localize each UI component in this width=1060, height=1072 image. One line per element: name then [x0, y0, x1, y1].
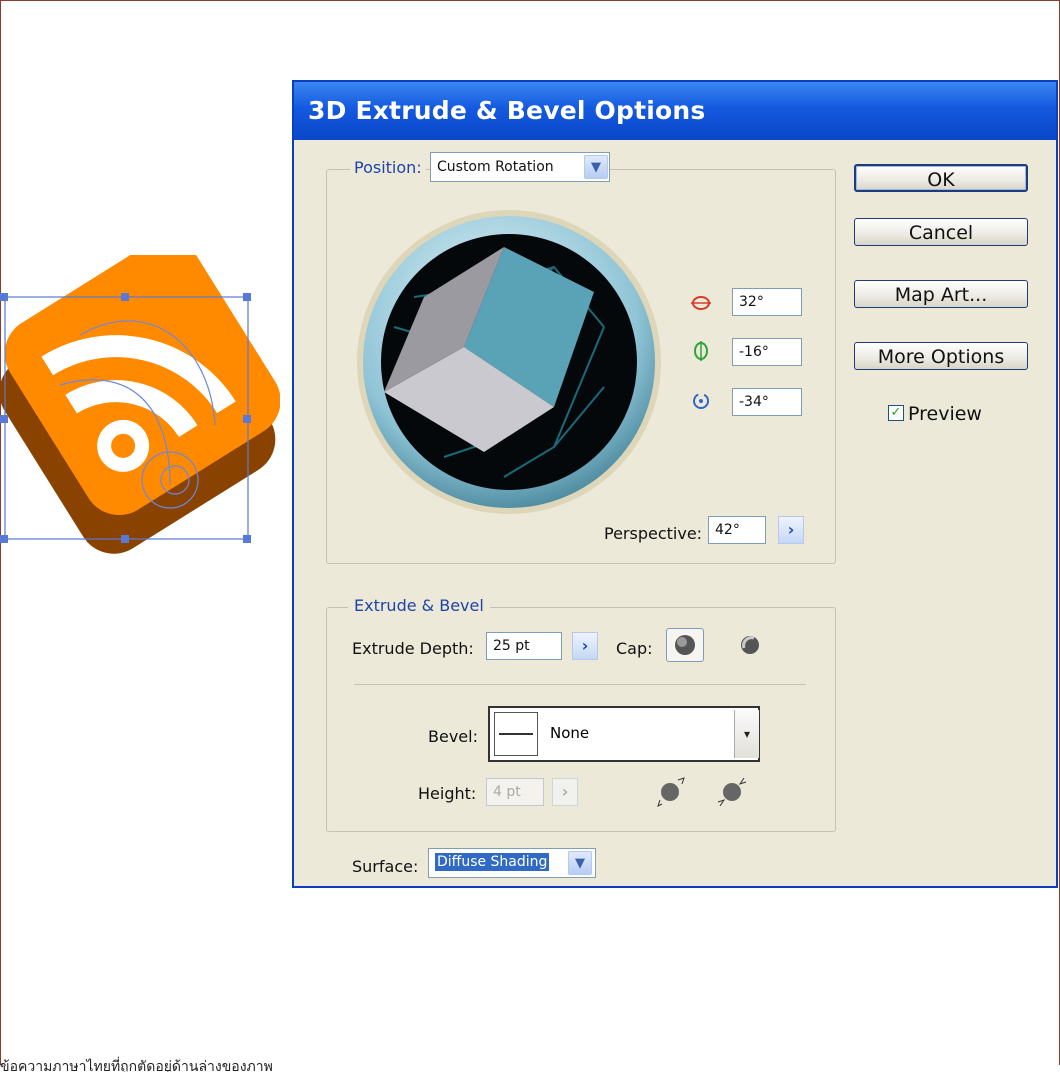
y-rotation-field[interactable]: -16° — [732, 338, 802, 366]
y-rotation-value: -16° — [739, 344, 769, 360]
surface-select-value: Diffuse Shading — [435, 853, 550, 871]
position-select[interactable]: Custom Rotation — [430, 152, 610, 182]
perspective-label: Perspective: — [604, 524, 703, 543]
bevel-dropdown-arrow[interactable]: ▾ — [734, 710, 759, 758]
extrude-depth-slider-button[interactable]: › — [572, 632, 598, 660]
extrude-depth-field[interactable]: 25 pt — [486, 632, 562, 660]
cap-off-icon[interactable] — [734, 630, 766, 660]
y-axis-rotate-icon — [694, 341, 708, 361]
x-axis-rotate-icon — [691, 296, 711, 310]
height-slider-button[interactable]: › — [552, 778, 578, 806]
bevel-select[interactable]: None — [488, 706, 760, 762]
rotation-track-cube[interactable] — [354, 207, 664, 517]
height-label: Height: — [418, 784, 477, 803]
height-value: 4 pt — [493, 784, 521, 800]
perspective-field[interactable]: 42° — [708, 516, 766, 544]
perspective-value: 42° — [715, 522, 740, 538]
extrude-depth-label: Extrude Depth: — [352, 639, 474, 658]
height-field[interactable]: 4 pt — [486, 778, 544, 806]
position-label: Position: — [350, 158, 426, 177]
extrude-bevel-dialog: 3D Extrude & Bevel Options Position: Cus… — [292, 80, 1058, 888]
page-footer-text: ข้อความภาษาไทยที่ถูกตัดอยู่ด้านล่างของภา… — [0, 1059, 273, 1072]
bevel-preview-swatch — [494, 712, 538, 756]
bevel-select-value: None — [550, 724, 590, 742]
surface-label: Surface: — [352, 857, 419, 876]
cap-on-button[interactable] — [666, 628, 704, 662]
perspective-slider-button[interactable]: › — [778, 516, 804, 544]
bevel-out-icon[interactable] — [654, 776, 688, 808]
more-options-button[interactable]: More Options — [854, 342, 1028, 370]
z-axis-rotate-icon — [693, 393, 709, 409]
bevel-in-icon[interactable] — [716, 776, 750, 808]
z-rotation-value: -34° — [739, 394, 769, 410]
position-dropdown-arrow[interactable]: ▼ — [584, 155, 608, 179]
preview-label: Preview — [908, 403, 982, 425]
position-select-value: Custom Rotation — [437, 159, 554, 175]
x-rotation-value: 32° — [739, 294, 764, 310]
cap-label: Cap: — [616, 639, 653, 658]
map-art-button[interactable]: Map Art... — [854, 280, 1028, 308]
cancel-button[interactable]: Cancel — [854, 218, 1028, 246]
extrude-separator — [354, 684, 806, 685]
bevel-label: Bevel: — [428, 727, 478, 746]
extrude-bevel-legend: Extrude & Bevel — [348, 596, 490, 615]
preview-checkbox[interactable]: ✓ — [888, 405, 904, 421]
rss-3d-artwork[interactable] — [0, 255, 280, 585]
cap-on-icon — [675, 635, 695, 655]
dialog-title: 3D Extrude & Bevel Options — [294, 82, 1056, 140]
extrude-depth-value: 25 pt — [493, 638, 530, 654]
ok-button[interactable]: OK — [854, 164, 1028, 192]
surface-dropdown-arrow[interactable]: ▼ — [568, 851, 592, 875]
x-rotation-field[interactable]: 32° — [732, 288, 802, 316]
z-rotation-field[interactable]: -34° — [732, 388, 802, 416]
